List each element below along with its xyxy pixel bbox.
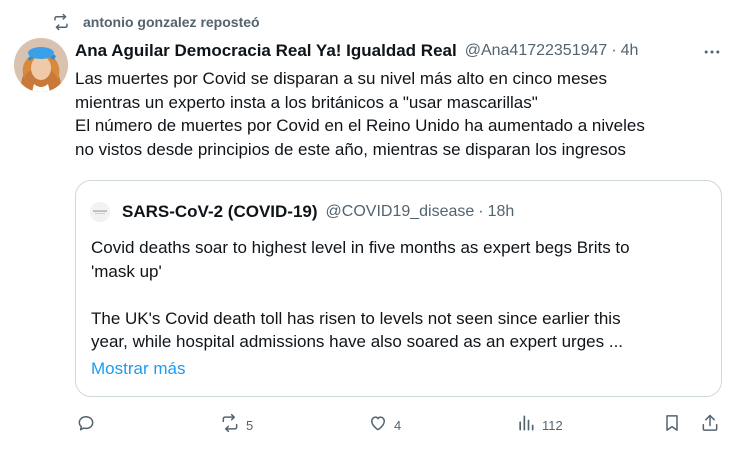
quote-time: 18h — [487, 203, 515, 220]
tweet-header: Ana Aguilar Democracia Real Ya! Igualdad… — [75, 40, 728, 62]
quote-text-line: year, while hospital admissions have als… — [91, 332, 624, 351]
like-button[interactable]: 4 — [368, 410, 401, 440]
tweet-text-line: mientras un experto insta a los británic… — [75, 92, 538, 112]
bookmark-icon — [662, 413, 682, 438]
repost-count: 5 — [246, 417, 254, 433]
share-button[interactable] — [700, 410, 720, 440]
repost-indicator[interactable]: antonio gonzalez reposteó — [52, 12, 260, 32]
quote-text-line: Covid deaths soar to highest level in fi… — [91, 238, 630, 257]
tweet-text-line: Las muertes por Covid se disparan a su n… — [75, 69, 607, 88]
avatar[interactable] — [14, 38, 68, 92]
quote-text: Covid deaths soar to highest level in fi… — [91, 236, 711, 354]
heart-icon — [368, 413, 388, 438]
quote-separator-dot: · — [478, 203, 484, 220]
show-more-link[interactable]: Mostrar más — [91, 359, 185, 379]
tweet-text-line: El número de muertes por Covid en el Rei… — [75, 116, 645, 135]
repost-icon — [52, 13, 70, 31]
like-count: 4 — [394, 417, 402, 433]
tweet-text: Las muertes por Covid se disparan a su n… — [75, 67, 725, 161]
author-handle[interactable]: @Ana41722351947 — [465, 42, 608, 60]
reply-button[interactable] — [76, 410, 102, 440]
repost-action-icon — [220, 413, 240, 438]
separator-dot: · — [611, 42, 617, 59]
quote-text-line: 'mask up' — [91, 261, 162, 281]
views-button[interactable]: 112 — [516, 410, 563, 440]
more-options-icon[interactable] — [700, 42, 724, 62]
views-count: 112 — [542, 417, 563, 433]
share-icon — [700, 413, 720, 438]
reply-icon — [76, 413, 96, 438]
quote-author-handle: @COVID19_disease — [325, 203, 475, 220]
author-name[interactable]: Ana Aguilar Democracia Real Ya! Igualdad… — [75, 41, 457, 61]
views-icon — [516, 413, 536, 438]
tweet-text-line: no vistos desde principios de este año, … — [75, 139, 626, 159]
tweet-time[interactable]: 4h — [621, 42, 639, 60]
repost-button[interactable]: 5 — [220, 410, 253, 440]
quote-text-line: The UK's Covid death toll has risen to l… — [91, 308, 621, 328]
bookmark-button[interactable] — [662, 410, 682, 440]
action-bar: 5 4 112 — [0, 410, 742, 440]
repost-text: antonio gonzalez reposteó — [83, 14, 260, 30]
quoted-tweet[interactable]: SARS-CoV-2 (COVID-19) @COVID19_disease ·… — [75, 180, 722, 397]
quote-author-name: SARS-CoV-2 (COVID-19) — [122, 202, 318, 221]
quote-avatar — [90, 202, 110, 222]
quote-header: SARS-CoV-2 (COVID-19) @COVID19_disease ·… — [90, 201, 514, 223]
